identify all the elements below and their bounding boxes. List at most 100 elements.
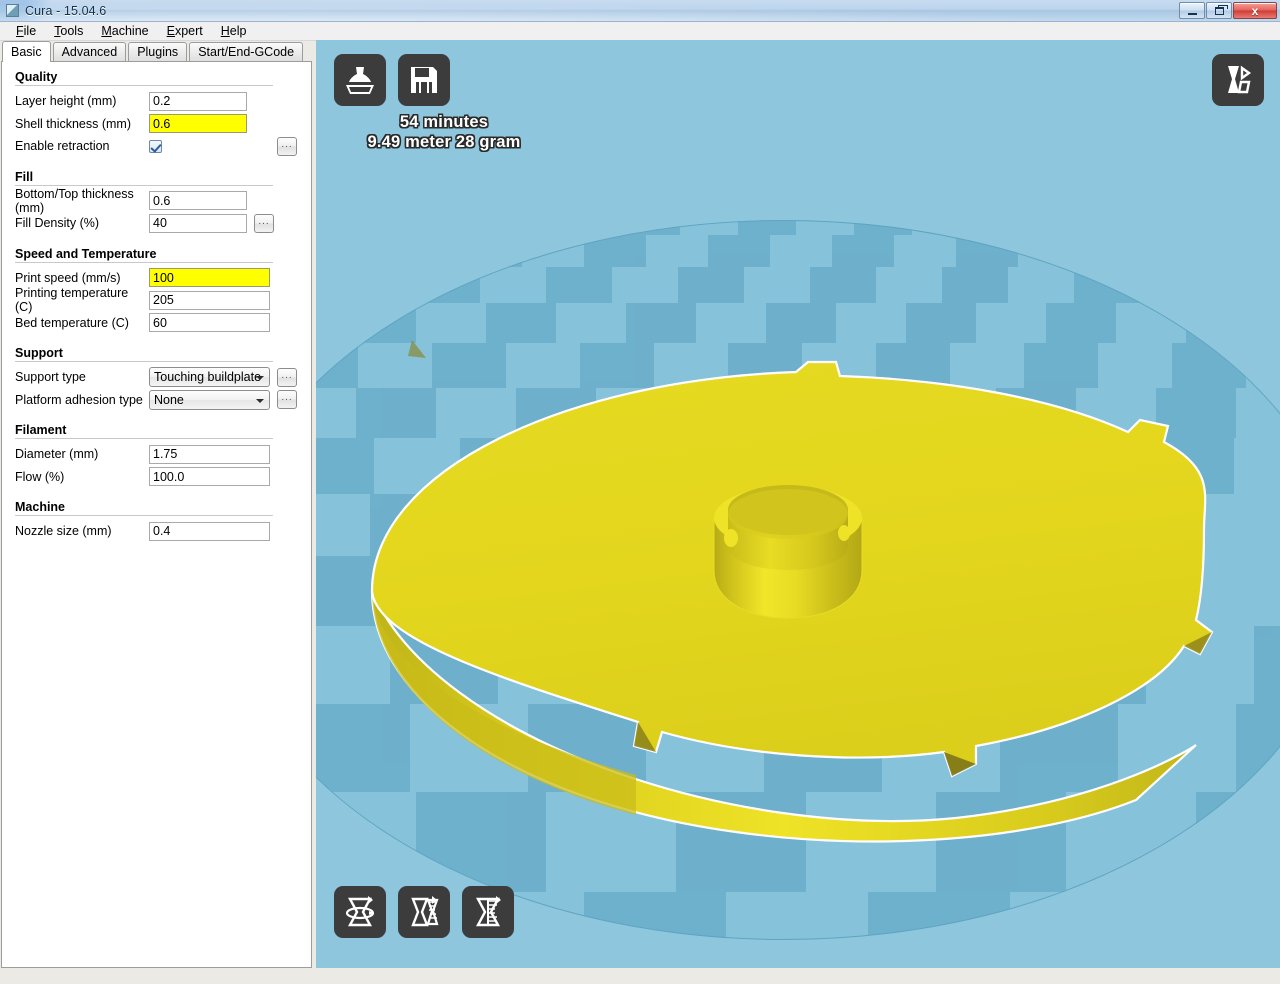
window-controls: x	[1178, 2, 1277, 19]
menu-item-file[interactable]: File	[7, 23, 45, 39]
restore-icon	[1214, 4, 1228, 15]
select-support-type[interactable]: Touching buildplate	[149, 367, 270, 388]
maximize-button[interactable]	[1206, 2, 1232, 19]
hub-side-hole	[724, 529, 738, 547]
setting-row: Fill Density (%)...	[2, 212, 311, 235]
setting-row: Layer height (mm)	[2, 90, 311, 113]
setting-label-flow: Flow (%)	[15, 469, 65, 484]
close-button[interactable]: x	[1233, 2, 1277, 19]
mirror-button[interactable]	[462, 886, 514, 938]
menu-item-help[interactable]: Help	[212, 23, 256, 39]
settings-panel: Quality Layer height (mm) Shell thickness …	[1, 61, 312, 968]
scale-button[interactable]	[398, 886, 450, 938]
section-divider	[15, 261, 273, 263]
setting-row: Flow (%)	[2, 466, 311, 489]
setting-row: Support type Touching buildplate...	[2, 366, 311, 389]
input-layer-height-mm[interactable]	[149, 91, 247, 111]
input-fill-density[interactable]	[149, 213, 247, 233]
minimize-button[interactable]	[1179, 2, 1205, 19]
setting-row: Platform adhesion type None...	[2, 389, 311, 412]
menubar: File Tools Machine Expert Help	[0, 22, 1280, 41]
setting-label-enable-retraction: Enable retraction	[15, 139, 110, 154]
input-bed-temperature-c[interactable]	[149, 313, 270, 333]
section-title-speed-and-temperature: Speed and Temperature	[15, 246, 157, 261]
section-divider	[15, 438, 273, 439]
setting-label-print-speed-mm-s: Print speed (mm/s)	[15, 270, 121, 285]
section-divider	[15, 361, 273, 362]
rotate-button[interactable]	[334, 886, 386, 938]
setting-row: Diameter (mm)	[2, 443, 311, 466]
input-diameter-mm[interactable]	[149, 444, 270, 464]
setting-label-shell-thickness-mm: Shell thickness (mm)	[15, 116, 131, 131]
window-bottom-strip	[0, 968, 1280, 984]
print-time: 54 minutes	[399, 113, 489, 131]
hub-side-hole	[838, 525, 850, 541]
section-title-quality: Quality	[15, 70, 58, 84]
input-shell-thickness-mm[interactable]	[149, 114, 247, 134]
setting-label-fill-density: Fill Density (%)	[15, 216, 100, 231]
section-divider	[15, 85, 273, 86]
window-titlebar: Cura - 15.04.6 x	[0, 0, 1280, 22]
tab-plugins[interactable]: Plugins	[128, 42, 188, 62]
load-model-icon	[346, 67, 374, 94]
print-info: 54 minutes 9.49 meter 28 gram	[334, 112, 554, 152]
save-toolpath-icon	[411, 67, 437, 93]
window-title: Cura - 15.04.6	[25, 3, 107, 18]
section-title-filament: Filament	[15, 423, 67, 437]
checkbox-enable-retraction[interactable]	[149, 139, 162, 153]
setting-label-platform-adhesion-type: Platform adhesion type	[15, 392, 143, 407]
setting-row: Shell thickness (mm)	[2, 113, 311, 136]
setting-label-bottom-top-thickness-mm: Bottom/Top thickness (mm)	[15, 186, 134, 215]
print-material: 9.49 meter 28 gram	[367, 133, 521, 151]
input-nozzle-size-mm[interactable]	[149, 521, 270, 541]
section-title-support: Support	[15, 346, 63, 360]
save-toolpath-button[interactable]	[398, 54, 450, 106]
select-platform-adhesion-type[interactable]: None	[149, 389, 270, 410]
setting-row: Printing temperature (C)	[2, 286, 311, 315]
scale-icon	[411, 896, 439, 927]
cura-app-icon	[6, 4, 19, 17]
setting-label-layer-height-mm: Layer height (mm)	[15, 94, 117, 109]
input-print-speed-mm-s[interactable]	[149, 268, 270, 288]
section-divider	[15, 515, 273, 516]
more-options-button[interactable]: ...	[277, 367, 297, 387]
view-mode-button[interactable]	[1212, 54, 1264, 106]
tab-basic[interactable]: Basic	[2, 41, 51, 62]
close-icon: x	[1251, 3, 1259, 18]
setting-label-nozzle-size-mm: Nozzle size (mm)	[15, 524, 112, 539]
menu-item-expert[interactable]: Expert	[158, 23, 212, 39]
rotate-icon	[345, 896, 375, 927]
more-options-button[interactable]: ...	[254, 213, 274, 233]
section-divider	[15, 184, 273, 186]
select-value: Touching buildplate	[154, 370, 262, 385]
settings-tabstrip: Basic Advanced Plugins Start/End-GCode	[0, 41, 312, 62]
setting-row: Enable retraction...	[2, 135, 311, 158]
setting-row: Bottom/Top thickness (mm)	[2, 186, 311, 215]
mirror-icon	[475, 896, 501, 927]
3d-viewport[interactable]: 54 minutes 9.49 meter 28 gram	[316, 40, 1280, 984]
setting-row: Nozzle size (mm)	[2, 520, 311, 543]
input-bottom-top-thickness-mm[interactable]	[149, 191, 247, 211]
chevron-down-icon	[256, 376, 264, 381]
load-model-button[interactable]	[334, 54, 386, 106]
section-title-fill: Fill	[15, 169, 34, 184]
input-printing-temperature-c[interactable]	[149, 290, 270, 310]
select-value: None	[154, 392, 184, 407]
tab-start-end-gcode[interactable]: Start/End-GCode	[189, 42, 304, 62]
more-options-button[interactable]: ...	[277, 136, 297, 156]
setting-label-printing-temperature-c: Printing temperature (C)	[15, 286, 129, 315]
tab-advanced[interactable]: Advanced	[52, 42, 127, 62]
more-options-button[interactable]: ...	[277, 390, 297, 410]
setting-label-diameter-mm: Diameter (mm)	[15, 447, 99, 462]
chevron-down-icon	[256, 398, 264, 403]
input-flow[interactable]	[149, 467, 270, 487]
menu-item-machine[interactable]: Machine	[92, 23, 157, 39]
view-mode-icon	[1228, 65, 1252, 94]
minimize-icon	[1187, 12, 1197, 15]
menu-item-tools[interactable]: Tools	[45, 23, 92, 39]
setting-row: Bed temperature (C)	[2, 312, 311, 335]
